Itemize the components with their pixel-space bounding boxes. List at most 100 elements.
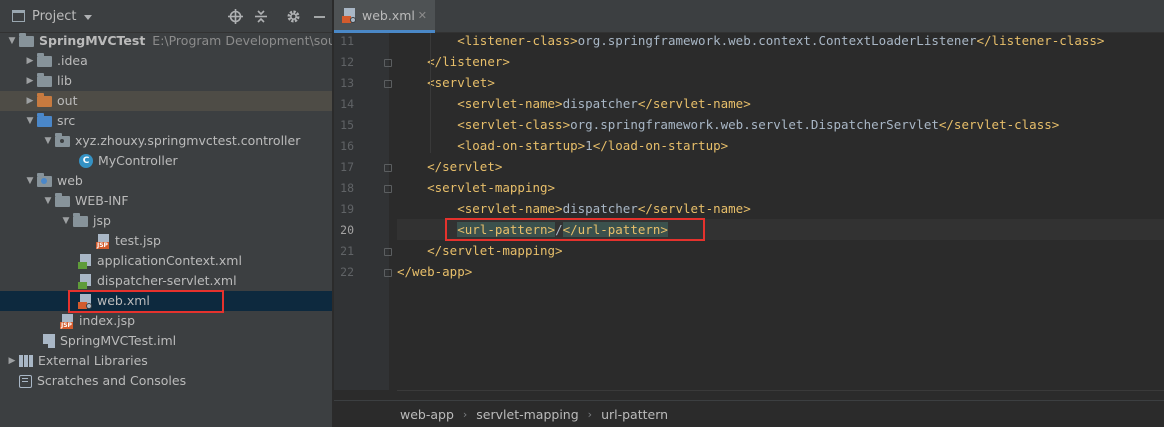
tree-node-path: E:\Program Development\source [152,33,332,48]
breadcrumb-item[interactable]: url-pattern [601,407,668,422]
annotation-highlight-box [445,218,705,241]
fold-marker-icon[interactable] [384,185,392,193]
tree-node-out[interactable]: ▶ out [0,91,332,111]
fold-marker-icon[interactable] [384,248,392,256]
fold-marker-icon[interactable] [384,269,392,277]
gear-icon[interactable] [285,8,301,24]
line-number: 19 [340,202,354,216]
code-line[interactable]: <listener-class>org.springframework.web.… [397,30,1164,51]
expanded-arrow-icon[interactable]: ▼ [59,211,73,231]
code-line[interactable]: <servlet-class>org.springframework.web.s… [397,114,1164,135]
minimize-icon[interactable] [311,8,327,24]
module-folder-icon [19,32,34,47]
line-number: 20 [340,223,354,237]
tree-node-test-jsp[interactable]: JSP test.jsp [0,231,332,251]
tree-node-label: External Libraries [38,353,148,368]
expanded-arrow-icon[interactable]: ▼ [23,111,37,131]
fold-marker-icon[interactable] [384,59,392,67]
tree-node-web[interactable]: ▼ web [0,171,332,191]
java-class-icon: C [79,154,93,168]
expanded-arrow-icon[interactable]: ▼ [23,171,37,191]
spring-xml-file-icon [78,253,92,269]
tree-node-scratches[interactable]: Scratches and Consoles [0,371,332,391]
collapsed-arrow-icon[interactable]: ▶ [5,351,19,371]
tree-node-external-libraries[interactable]: ▶ External Libraries [0,351,332,371]
xml-close-tag: </listener-class> [976,33,1105,48]
tree-node-label: Scratches and Consoles [37,373,187,388]
code-line[interactable]: <servlet-mapping> [397,177,1164,198]
excluded-folder-icon [37,92,52,107]
annotation-highlight-box [68,290,224,313]
breadcrumb-item[interactable]: web-app [400,407,454,422]
tree-node-src[interactable]: ▼ src [0,111,332,131]
tree-node-label: jsp [93,213,111,228]
tree-node-project-root[interactable]: ▼ SpringMVCTest E:\Program Development\s… [0,31,332,51]
tab-label: web.xml [362,7,415,23]
xml-open-tag: </servlet-mapping> [427,243,563,258]
project-view-selector[interactable]: Project [32,9,76,24]
folder-icon [55,192,70,207]
xml-text: org.springframework.web.context.ContextL… [577,33,977,48]
close-icon[interactable]: ✕ [418,9,427,22]
code-line[interactable]: </web-app> [397,261,1164,282]
xml-close-tag: </servlet-name> [637,201,751,216]
tree-node-idea[interactable]: ▶ .idea [0,51,332,71]
code-line[interactable]: </listener> [397,51,1164,72]
tree-node-index-jsp[interactable]: JSP index.jsp [0,311,332,331]
collapsed-arrow-icon[interactable]: ▶ [23,51,37,71]
code-line[interactable]: </servlet> [397,156,1164,177]
collapse-icon[interactable] [253,8,269,24]
expanded-arrow-icon[interactable]: ▼ [5,31,19,51]
target-icon[interactable] [227,8,243,24]
tree-node-label: index.jsp [79,313,136,328]
chevron-down-icon[interactable] [84,14,93,20]
tree-node-application-context[interactable]: applicationContext.xml [0,251,332,271]
code-line[interactable]: <load-on-startup>1</load-on-startup> [397,135,1164,156]
breadcrumb: web-app › servlet-mapping › url-pattern [334,400,1164,427]
line-number: 14 [340,97,354,111]
code-line[interactable]: </servlet-mapping> [397,240,1164,261]
fold-marker-icon[interactable] [384,80,392,88]
folder-icon [73,212,88,227]
tree-node-web-inf[interactable]: ▼ WEB-INF [0,191,332,211]
web-folder-icon [37,172,52,187]
tab-web-xml[interactable]: web.xml ✕ [334,0,435,33]
indent-guide [430,93,431,153]
libraries-icon [19,355,33,367]
tree-node-iml[interactable]: SpringMVCTest.iml [0,331,332,351]
fold-marker-icon[interactable] [384,164,392,172]
tree-node-mycontroller[interactable]: C MyController [0,151,332,171]
xml-close-tag: </load-on-startup> [592,138,729,153]
horizontal-scrollbar[interactable] [397,390,1164,400]
collapsed-arrow-icon[interactable]: ▶ [23,91,37,111]
expanded-arrow-icon[interactable]: ▼ [41,131,55,151]
line-number: 17 [340,160,354,174]
code-line[interactable]: <servlet> [397,72,1164,93]
project-tree: ▼ SpringMVCTest E:\Program Development\s… [0,31,332,391]
code-line[interactable]: <servlet-name>dispatcher</servlet-name> [397,93,1164,114]
tree-node-label: SpringMVCTest.iml [60,333,177,348]
breadcrumb-item[interactable]: servlet-mapping [476,407,578,422]
xml-close-tag: </servlet-name> [637,96,751,111]
line-number: 11 [340,34,354,48]
tree-node-dispatcher-servlet[interactable]: dispatcher-servlet.xml [0,271,332,291]
tree-node-lib[interactable]: ▶ lib [0,71,332,91]
tree-node-package[interactable]: ▼ xyz.zhouxy.springmvctest.controller [0,131,332,151]
editor-tab-bar: web.xml ✕ [334,0,1164,33]
tree-node-label: .idea [57,53,88,68]
tree-node-label: lib [57,73,72,88]
expanded-arrow-icon[interactable]: ▼ [41,191,55,211]
xml-text: org.springframework.web.servlet.Dispatch… [570,117,939,132]
tree-node-jsp-folder[interactable]: ▼ jsp [0,211,332,231]
collapsed-arrow-icon[interactable]: ▶ [23,71,37,91]
code-area[interactable]: <listener-class>org.springframework.web.… [397,33,1164,390]
chevron-right-icon: › [587,407,593,421]
code-line[interactable]: <servlet-name>dispatcher</servlet-name> [397,198,1164,219]
